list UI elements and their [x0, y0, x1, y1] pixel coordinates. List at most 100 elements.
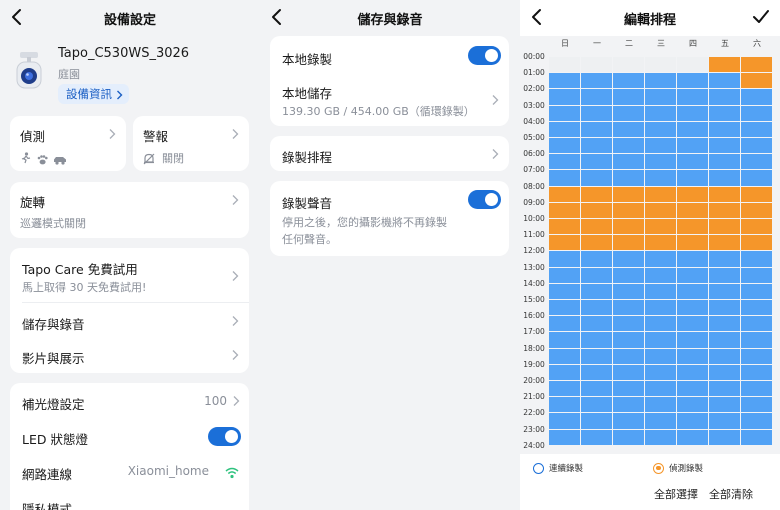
- schedule-cell[interactable]: [741, 202, 772, 218]
- network-item[interactable]: 網路連線 Xiaomi_home: [10, 454, 249, 489]
- schedule-cell[interactable]: [581, 381, 612, 397]
- schedule-cell[interactable]: [549, 154, 580, 170]
- schedule-cell[interactable]: [741, 364, 772, 380]
- schedule-cell[interactable]: [709, 219, 740, 235]
- schedule-cell[interactable]: [613, 186, 644, 202]
- schedule-cell[interactable]: [645, 381, 676, 397]
- detection-card[interactable]: 偵測: [10, 116, 126, 171]
- schedule-cell[interactable]: [613, 138, 644, 154]
- schedule-cell[interactable]: [549, 348, 580, 364]
- schedule-cell[interactable]: [709, 202, 740, 218]
- schedule-cell[interactable]: [613, 364, 644, 380]
- schedule-cell[interactable]: [613, 202, 644, 218]
- schedule-cell[interactable]: [613, 73, 644, 89]
- schedule-cell[interactable]: [741, 57, 772, 73]
- schedule-cell[interactable]: [645, 202, 676, 218]
- schedule-cell[interactable]: [613, 267, 644, 283]
- schedule-cell[interactable]: [741, 316, 772, 332]
- schedule-cell[interactable]: [677, 235, 708, 251]
- schedule-cell[interactable]: [613, 429, 644, 445]
- schedule-cell[interactable]: [677, 186, 708, 202]
- schedule-cell[interactable]: [645, 251, 676, 267]
- schedule-cell[interactable]: [677, 316, 708, 332]
- privacy-mode-item[interactable]: 隱私模式: [10, 489, 249, 510]
- schedule-cell[interactable]: [613, 89, 644, 105]
- schedule-cell[interactable]: [741, 121, 772, 137]
- schedule-cell[interactable]: [645, 397, 676, 413]
- schedule-cell[interactable]: [581, 267, 612, 283]
- video-display-item[interactable]: 影片與展示: [10, 338, 249, 373]
- schedule-cell[interactable]: [581, 348, 612, 364]
- schedule-cell[interactable]: [677, 267, 708, 283]
- schedule-cell[interactable]: [677, 121, 708, 137]
- alarm-card[interactable]: 警報 關閉: [133, 116, 249, 171]
- schedule-cell[interactable]: [645, 105, 676, 121]
- schedule-cell[interactable]: [613, 413, 644, 429]
- schedule-cell[interactable]: [645, 429, 676, 445]
- schedule-cell[interactable]: [581, 154, 612, 170]
- schedule-cell[interactable]: [645, 364, 676, 380]
- schedule-cell[interactable]: [549, 73, 580, 89]
- schedule-cell[interactable]: [677, 170, 708, 186]
- clear-all-button[interactable]: 全部清除: [709, 486, 753, 502]
- schedule-cell[interactable]: [581, 316, 612, 332]
- schedule-cell[interactable]: [613, 235, 644, 251]
- schedule-cell[interactable]: [581, 89, 612, 105]
- schedule-cell[interactable]: [549, 251, 580, 267]
- schedule-cell[interactable]: [549, 397, 580, 413]
- schedule-cell[interactable]: [581, 283, 612, 299]
- schedule-cell[interactable]: [645, 138, 676, 154]
- device-info-button[interactable]: 設備資訊: [58, 84, 129, 104]
- local-record-toggle[interactable]: [468, 46, 501, 65]
- schedule-cell[interactable]: [709, 89, 740, 105]
- schedule-cell[interactable]: [581, 105, 612, 121]
- schedule-cell[interactable]: [581, 235, 612, 251]
- schedule-cell[interactable]: [549, 429, 580, 445]
- schedule-cell[interactable]: [613, 57, 644, 73]
- schedule-cell[interactable]: [709, 300, 740, 316]
- storage-recording-item[interactable]: 儲存與錄音: [10, 303, 249, 338]
- schedule-cell[interactable]: [549, 364, 580, 380]
- schedule-cell[interactable]: [645, 219, 676, 235]
- schedule-cell[interactable]: [581, 186, 612, 202]
- schedule-cell[interactable]: [581, 138, 612, 154]
- schedule-cell[interactable]: [741, 397, 772, 413]
- schedule-cell[interactable]: [677, 429, 708, 445]
- recording-schedule-item[interactable]: 錄製排程: [270, 136, 509, 171]
- schedule-cell[interactable]: [741, 413, 772, 429]
- legend-motion[interactable]: 偵測錄製: [653, 462, 703, 474]
- record-audio-toggle[interactable]: [468, 190, 501, 209]
- schedule-cell[interactable]: [645, 89, 676, 105]
- schedule-cell[interactable]: [549, 57, 580, 73]
- schedule-cell[interactable]: [677, 202, 708, 218]
- confirm-check-icon[interactable]: [752, 7, 770, 27]
- rotation-card[interactable]: 旋轉 巡邏模式關閉: [10, 182, 249, 238]
- schedule-cell[interactable]: [581, 121, 612, 137]
- schedule-cell[interactable]: [709, 105, 740, 121]
- tapo-care-item[interactable]: Tapo Care 免費試用 馬上取得 30 天免費試用!: [10, 248, 249, 302]
- schedule-cell[interactable]: [645, 154, 676, 170]
- schedule-cell[interactable]: [549, 121, 580, 137]
- schedule-cell[interactable]: [613, 300, 644, 316]
- schedule-cell[interactable]: [677, 138, 708, 154]
- schedule-cell[interactable]: [645, 267, 676, 283]
- schedule-cell[interactable]: [709, 348, 740, 364]
- schedule-cell[interactable]: [709, 397, 740, 413]
- schedule-cell[interactable]: [677, 364, 708, 380]
- schedule-cell[interactable]: [709, 381, 740, 397]
- schedule-cell[interactable]: [613, 283, 644, 299]
- schedule-cell[interactable]: [677, 397, 708, 413]
- schedule-cell[interactable]: [549, 186, 580, 202]
- schedule-cell[interactable]: [581, 57, 612, 73]
- schedule-cell[interactable]: [645, 348, 676, 364]
- fill-light-item[interactable]: 補光燈設定 100: [10, 383, 249, 419]
- schedule-cell[interactable]: [741, 186, 772, 202]
- schedule-cell[interactable]: [741, 154, 772, 170]
- schedule-cell[interactable]: [741, 283, 772, 299]
- schedule-cell[interactable]: [709, 283, 740, 299]
- schedule-cell[interactable]: [709, 235, 740, 251]
- schedule-cell[interactable]: [677, 89, 708, 105]
- schedule-cell[interactable]: [741, 300, 772, 316]
- schedule-cell[interactable]: [549, 89, 580, 105]
- schedule-cell[interactable]: [741, 348, 772, 364]
